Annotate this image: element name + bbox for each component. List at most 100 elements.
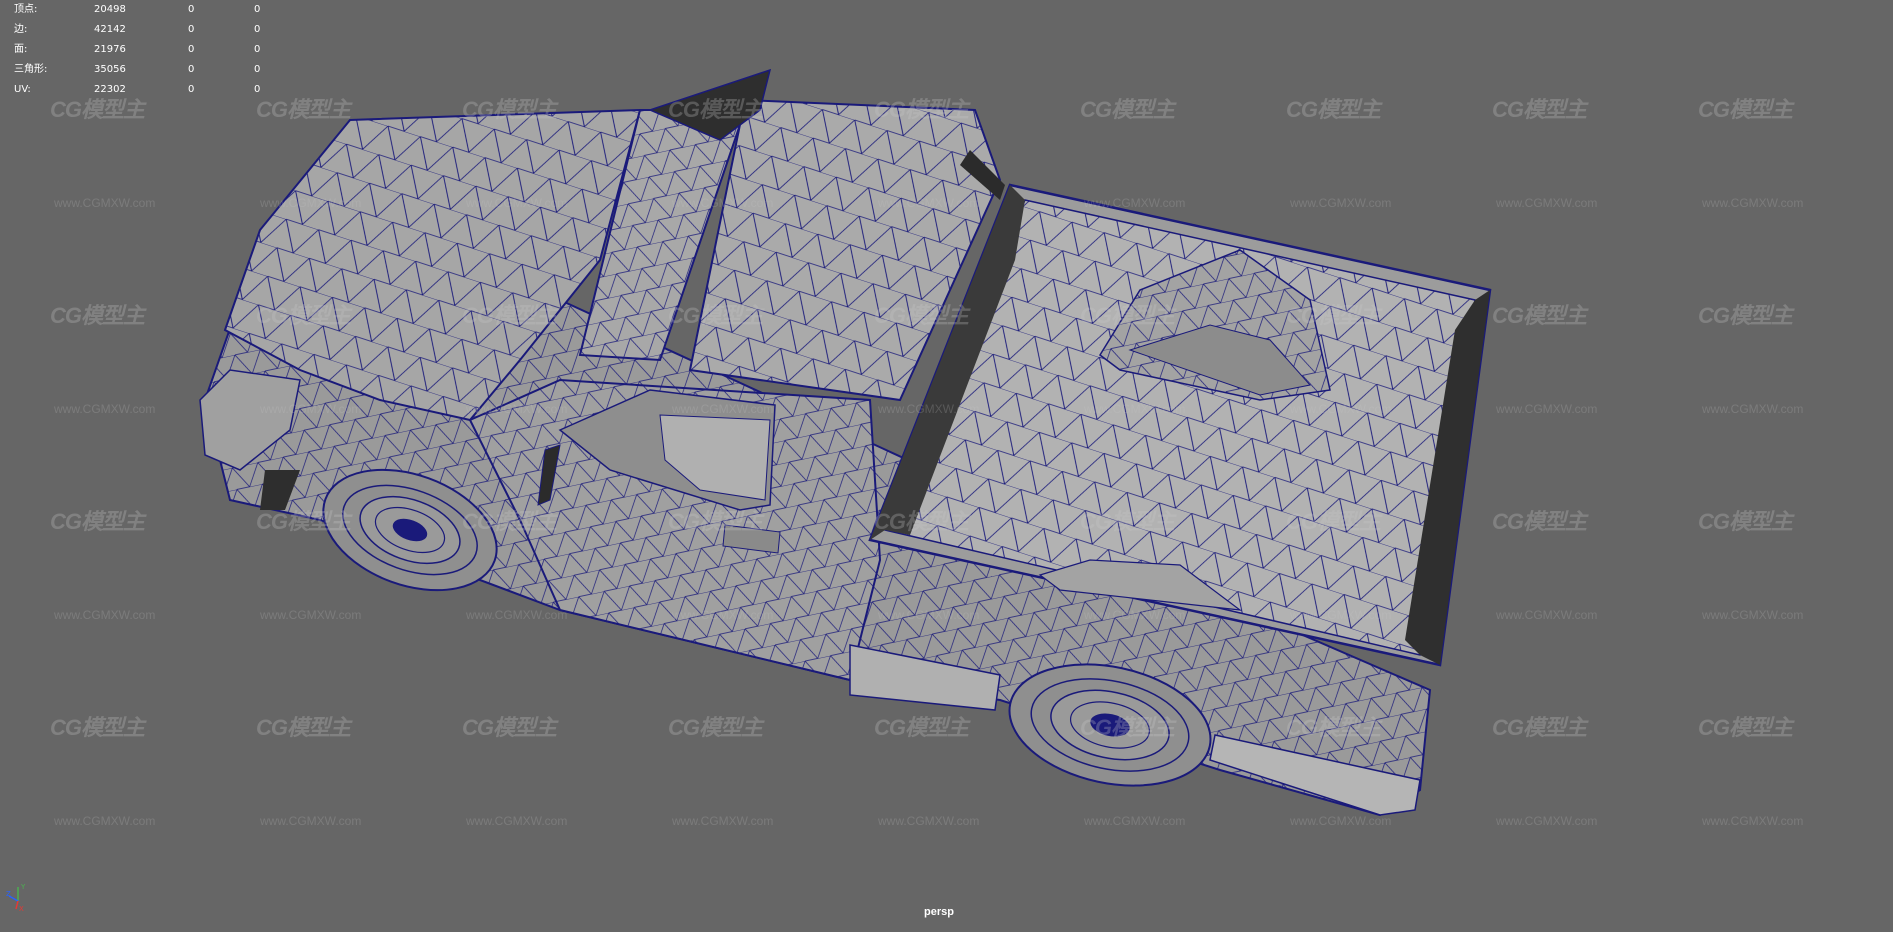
hud-value: 21976 [94, 44, 126, 55]
watermark-logo: CG模型主 [1286, 509, 1381, 534]
watermark-url: www.CGMXW.com [1496, 814, 1598, 828]
watermark-logo: CG模型主 [874, 97, 969, 122]
watermark-url: www.CGMXW.com [1702, 608, 1804, 622]
axis-label-y: Y [20, 883, 26, 891]
hud-label: UV: [14, 84, 31, 95]
hud-value: 35056 [94, 64, 126, 75]
watermark-url: www.CGMXW.com [54, 196, 156, 210]
watermark-url: www.CGMXW.com [260, 402, 362, 416]
watermark-logo: CG模型主 [1698, 303, 1793, 328]
watermark-url: www.CGMXW.com [1290, 402, 1392, 416]
watermark-logo: CG模型主 [1286, 303, 1381, 328]
watermark-url: www.CGMXW.com [1084, 814, 1186, 828]
watermark-url: www.CGMXW.com [1290, 814, 1392, 828]
watermark-logo: CG模型主 [1286, 715, 1381, 740]
hud-component: 0 [254, 24, 261, 35]
watermark-logo: CG模型主 [462, 303, 557, 328]
watermark-url: www.CGMXW.com [1084, 196, 1186, 210]
hud-row-edges: 边: 42142 0 0 [14, 20, 274, 40]
hud-selected: 0 [188, 4, 195, 15]
3d-viewport[interactable]: CG模型主 CG模型主 CG模型主 CG模型主 CG模型主 CG模型主 CG模型主 CG模型主… [0, 0, 1893, 927]
watermark-url: www.CGMXW.com [1702, 814, 1804, 828]
watermark-logo: CG模型主 [668, 715, 763, 740]
watermark-logo: CG模型主 [874, 715, 969, 740]
watermark-url: www.CGMXW.com [878, 402, 980, 416]
watermark-logo: CG模型主 [1698, 509, 1793, 534]
hud-row-triangles: 三角形: 35056 0 0 [14, 60, 274, 80]
hud-label: 顶点: [14, 4, 38, 15]
watermark-logo: CG模型主 [1286, 97, 1381, 122]
hud-selected: 0 [188, 84, 195, 95]
hud-label: 面: [14, 44, 28, 55]
watermark-url: www.CGMXW.com [260, 196, 362, 210]
watermark-logo: CG模型主 [1080, 715, 1175, 740]
hud-row-vertices: 顶点: 20498 0 0 [14, 0, 274, 20]
watermark-url: www.CGMXW.com [672, 608, 774, 622]
watermark-url: www.CGMXW.com [1496, 608, 1598, 622]
watermark-logo: CG模型主 [1080, 509, 1175, 534]
watermark-url: www.CGMXW.com [260, 814, 362, 828]
watermark-logo: CG模型主 [1492, 715, 1587, 740]
watermark-url: www.CGMXW.com [1084, 402, 1186, 416]
watermark-url: www.CGMXW.com [260, 608, 362, 622]
watermark-url: www.CGMXW.com [672, 196, 774, 210]
hud-value: 22302 [94, 84, 126, 95]
hud-component: 0 [254, 4, 261, 15]
watermark-logo: CG模型主 [1698, 97, 1793, 122]
watermark-logo: CG模型主 [50, 303, 145, 328]
watermark-url: www.CGMXW.com [878, 608, 980, 622]
watermark-url: www.CGMXW.com [1702, 402, 1804, 416]
watermark-logo: CG模型主 [50, 715, 145, 740]
watermark-logo: CG模型主 [256, 715, 351, 740]
hud-value: 42142 [94, 24, 126, 35]
watermark-logo: CG模型主 [1080, 303, 1175, 328]
watermark-logo: CG模型主 [50, 509, 145, 534]
watermark-logo: CG模型主 [256, 509, 351, 534]
hud-component: 0 [254, 64, 261, 75]
watermark-url: www.CGMXW.com [466, 814, 568, 828]
watermark-url: www.CGMXW.com [1496, 196, 1598, 210]
hud-row-uvs: UV: 22302 0 0 [14, 80, 274, 100]
hud-label: 边: [14, 24, 28, 35]
watermark-url: www.CGMXW.com [1290, 608, 1392, 622]
truck-wireframe-model [199, 68, 1492, 817]
watermark-logo: CG模型主 [1080, 97, 1175, 122]
hud-selected: 0 [188, 24, 195, 35]
hud-component: 0 [254, 84, 261, 95]
watermark-logo: CG模型主 [462, 715, 557, 740]
axis-label-x: X [19, 905, 24, 911]
watermark-logo: CG模型主 [256, 303, 351, 328]
hud-label: 三角形: [14, 64, 48, 75]
watermark-url: www.CGMXW.com [878, 814, 980, 828]
axis-gizmo-icon: Y Z X [6, 881, 32, 913]
watermark-url: www.CGMXW.com [466, 402, 568, 416]
watermark-logo: CG模型主 [668, 303, 763, 328]
watermark-logo: CG模型主 [462, 97, 557, 122]
watermark-url: www.CGMXW.com [1084, 608, 1186, 622]
watermark-url: www.CGMXW.com [1702, 196, 1804, 210]
hud-row-faces: 面: 21976 0 0 [14, 40, 274, 60]
watermark-logo: CG模型主 [1492, 509, 1587, 534]
camera-name-label: persp [924, 906, 954, 918]
hud-value: 20498 [94, 4, 126, 15]
watermark-logo: CG模型主 [1492, 303, 1587, 328]
poly-count-hud: 顶点: 20498 0 0 边: 42142 0 0 面: 21976 0 0 … [14, 0, 274, 100]
watermark-url: www.CGMXW.com [878, 196, 980, 210]
watermark-url: www.CGMXW.com [1496, 402, 1598, 416]
watermark-url: www.CGMXW.com [466, 196, 568, 210]
watermark-url: www.CGMXW.com [672, 814, 774, 828]
watermark-logo: CG模型主 [668, 97, 763, 122]
watermark-logo: CG模型主 [668, 509, 763, 534]
watermark-url: www.CGMXW.com [672, 402, 774, 416]
hud-selected: 0 [188, 64, 195, 75]
watermark-url: www.CGMXW.com [54, 814, 156, 828]
watermark-logo: CG模型主 [874, 509, 969, 534]
watermark-url: www.CGMXW.com [466, 608, 568, 622]
hud-component: 0 [254, 44, 261, 55]
watermark-url: www.CGMXW.com [1290, 196, 1392, 210]
watermark-url: www.CGMXW.com [54, 402, 156, 416]
hud-selected: 0 [188, 44, 195, 55]
watermark-logo: CG模型主 [1492, 97, 1587, 122]
watermark-url: www.CGMXW.com [54, 608, 156, 622]
watermark-logo: CG模型主 [1698, 715, 1793, 740]
